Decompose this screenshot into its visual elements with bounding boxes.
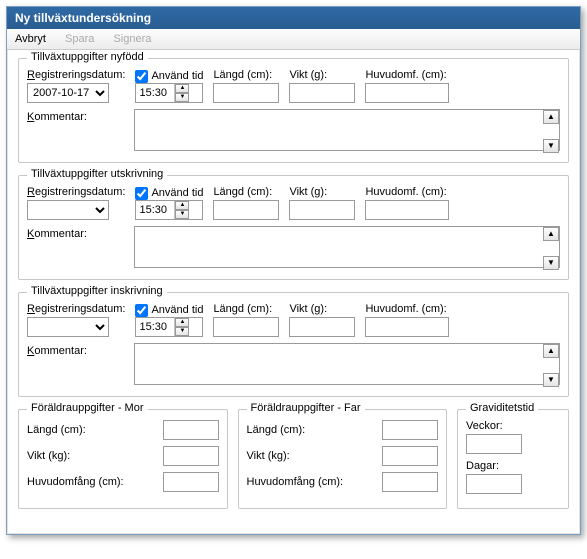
label-vikt: Vikt (g): <box>289 186 355 198</box>
group-grav: Graviditetstid Veckor: Dagar: <box>457 409 569 509</box>
checkbox-usetime-nyfodd[interactable] <box>135 70 148 83</box>
time-spin-down-icon[interactable]: ▼ <box>175 327 189 336</box>
time-spin-down-icon[interactable]: ▼ <box>175 93 189 102</box>
time-spin-up-icon[interactable]: ▲ <box>175 318 189 327</box>
label-usetime: Använd tid <box>151 304 203 316</box>
label-huvud-mor: Huvudomfång (cm): <box>27 476 124 488</box>
time-field-utskrivning[interactable] <box>136 201 174 219</box>
group-title-far: Föräldrauppgifter - Far <box>247 402 365 414</box>
comment-spin-up-icon[interactable]: ▲ <box>543 110 559 124</box>
group-title-grav: Graviditetstid <box>466 402 538 414</box>
time-field-inskrivning[interactable] <box>136 318 174 336</box>
label-huvud: Huvudomf. (cm): <box>365 69 449 81</box>
input-langd-utskrivning[interactable] <box>213 200 279 220</box>
label-langd: Längd (cm): <box>213 303 279 315</box>
time-spin-down-icon[interactable]: ▼ <box>175 210 189 219</box>
time-input-inskrivning[interactable]: ▲ ▼ <box>135 317 203 337</box>
time-input-nyfodd[interactable]: ▲ ▼ <box>135 83 203 103</box>
time-spin-up-icon[interactable]: ▲ <box>175 84 189 93</box>
input-huvud-far[interactable] <box>382 472 438 492</box>
textarea-kommentar-inskrivning[interactable] <box>134 343 560 385</box>
group-title-mor: Föräldrauppgifter - Mor <box>27 402 148 414</box>
comment-spin-up-icon[interactable]: ▲ <box>543 344 559 358</box>
comment-spin-down-icon[interactable]: ▼ <box>543 139 559 153</box>
input-vikt-nyfodd[interactable] <box>289 83 355 103</box>
date-select-inskrivning[interactable] <box>27 317 109 337</box>
time-spin-up-icon[interactable]: ▲ <box>175 201 189 210</box>
label-usetime: Använd tid <box>151 187 203 199</box>
label-huvud: Huvudomf. (cm): <box>365 303 449 315</box>
label-langd: Längd (cm): <box>213 69 279 81</box>
group-mor: Föräldrauppgifter - Mor Längd (cm): Vikt… <box>18 409 228 509</box>
menubar: Avbryt Spara Signera <box>7 29 580 50</box>
label-vikt: Vikt (g): <box>289 303 355 315</box>
input-vikt-mor[interactable] <box>163 446 219 466</box>
input-langd-nyfodd[interactable] <box>213 83 279 103</box>
input-veckor[interactable] <box>466 434 522 454</box>
menu-save[interactable]: Spara <box>65 33 94 45</box>
label-regdatum: Registreringsdatum: <box>27 303 125 315</box>
label-veckor: Veckor: <box>466 420 560 432</box>
textarea-kommentar-nyfodd[interactable] <box>134 109 560 151</box>
input-huvud-mor[interactable] <box>163 472 219 492</box>
textarea-kommentar-utskrivning[interactable] <box>134 226 560 268</box>
label-kommentar: Kommentar: <box>27 343 124 357</box>
group-far: Föräldrauppgifter - Far Längd (cm): Vikt… <box>238 409 448 509</box>
label-vikt-mor: Vikt (kg): <box>27 450 70 462</box>
checkbox-usetime-inskrivning[interactable] <box>135 304 148 317</box>
input-huvud-nyfodd[interactable] <box>365 83 449 103</box>
comment-spin-down-icon[interactable]: ▼ <box>543 256 559 270</box>
label-langd-far: Längd (cm): <box>247 424 306 436</box>
group-nyfodd: Tillväxtuppgifter nyfödd Registreringsda… <box>18 58 569 163</box>
label-regdatum: Registreringsdatum: <box>27 186 125 198</box>
time-field-nyfodd[interactable] <box>136 84 174 102</box>
group-inskrivning: Tillväxtuppgifter inskrivning Registreri… <box>18 292 569 397</box>
group-utskrivning: Tillväxtuppgifter utskrivning Registreri… <box>18 175 569 280</box>
window-title: Ny tillväxtundersökning <box>7 7 580 29</box>
comment-spin-down-icon[interactable]: ▼ <box>543 373 559 387</box>
group-title-utskrivning: Tillväxtuppgifter utskrivning <box>27 168 167 180</box>
date-select-utskrivning[interactable] <box>27 200 109 220</box>
date-select-nyfodd[interactable]: 2007-10-17 <box>27 83 109 103</box>
time-input-utskrivning[interactable]: ▲ ▼ <box>135 200 203 220</box>
label-kommentar: Kommentar: <box>27 109 124 123</box>
label-kommentar: Kommentar: <box>27 226 124 240</box>
label-usetime: Använd tid <box>151 70 203 82</box>
input-vikt-far[interactable] <box>382 446 438 466</box>
label-vikt: Vikt (g): <box>289 69 355 81</box>
input-langd-far[interactable] <box>382 420 438 440</box>
group-title-inskrivning: Tillväxtuppgifter inskrivning <box>27 285 167 297</box>
input-huvud-inskrivning[interactable] <box>365 317 449 337</box>
window: Ny tillväxtundersökning Avbryt Spara Sig… <box>6 6 581 535</box>
checkbox-usetime-utskrivning[interactable] <box>135 187 148 200</box>
label-dagar: Dagar: <box>466 460 560 472</box>
input-vikt-utskrivning[interactable] <box>289 200 355 220</box>
menu-sign[interactable]: Signera <box>113 33 151 45</box>
label-huvud: Huvudomf. (cm): <box>365 186 449 198</box>
label-regdatum: Registreringsdatum: <box>27 69 125 81</box>
menu-abort[interactable]: Avbryt <box>15 33 46 45</box>
input-dagar[interactable] <box>466 474 522 494</box>
input-huvud-utskrivning[interactable] <box>365 200 449 220</box>
input-langd-inskrivning[interactable] <box>213 317 279 337</box>
comment-spin-up-icon[interactable]: ▲ <box>543 227 559 241</box>
group-title-nyfodd: Tillväxtuppgifter nyfödd <box>27 51 148 63</box>
input-langd-mor[interactable] <box>163 420 219 440</box>
label-huvud-far: Huvudomfång (cm): <box>247 476 344 488</box>
input-vikt-inskrivning[interactable] <box>289 317 355 337</box>
label-langd-mor: Längd (cm): <box>27 424 86 436</box>
content: Tillväxtuppgifter nyfödd Registreringsda… <box>7 50 580 534</box>
label-langd: Längd (cm): <box>213 186 279 198</box>
label-vikt-far: Vikt (kg): <box>247 450 290 462</box>
